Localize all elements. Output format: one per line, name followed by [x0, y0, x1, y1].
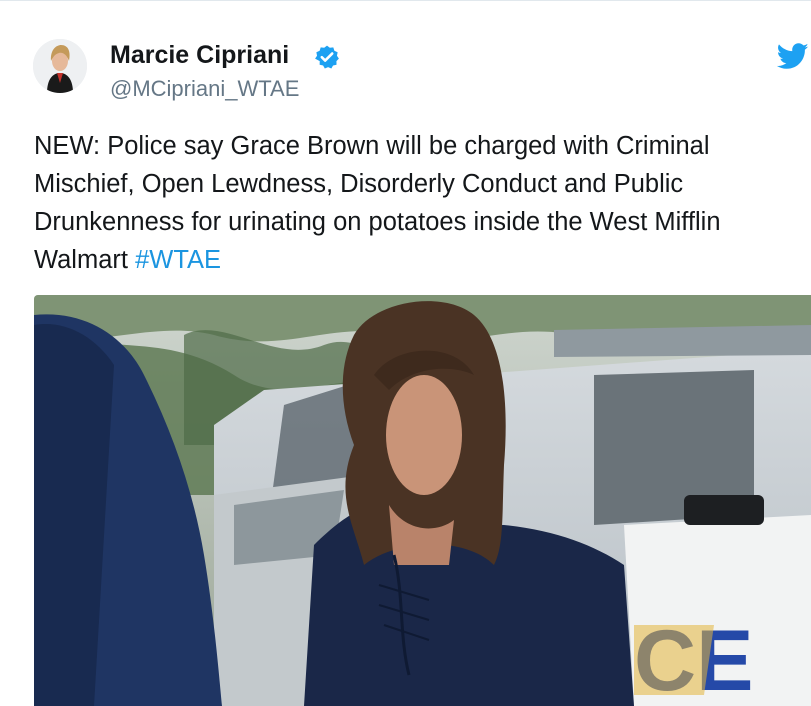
author-handle[interactable]: @MCipriani_WTAE — [110, 76, 299, 102]
avatar-image — [33, 39, 87, 93]
author-name[interactable]: Marcie Cipriani — [110, 41, 289, 70]
tweet-text: NEW: Police say Grace Brown will be char… — [34, 127, 794, 279]
twitter-bird-icon[interactable] — [777, 43, 809, 70]
hashtag-link[interactable]: #WTAE — [135, 246, 221, 274]
author-avatar[interactable] — [33, 39, 87, 93]
tweet-media-image[interactable]: CE — [34, 295, 811, 706]
verified-badge-icon — [315, 45, 339, 69]
tweet-card: Marcie Cipriani @MCipriani_WTAE NEW: Pol… — [0, 0, 811, 706]
news-photo: CE — [34, 295, 811, 706]
